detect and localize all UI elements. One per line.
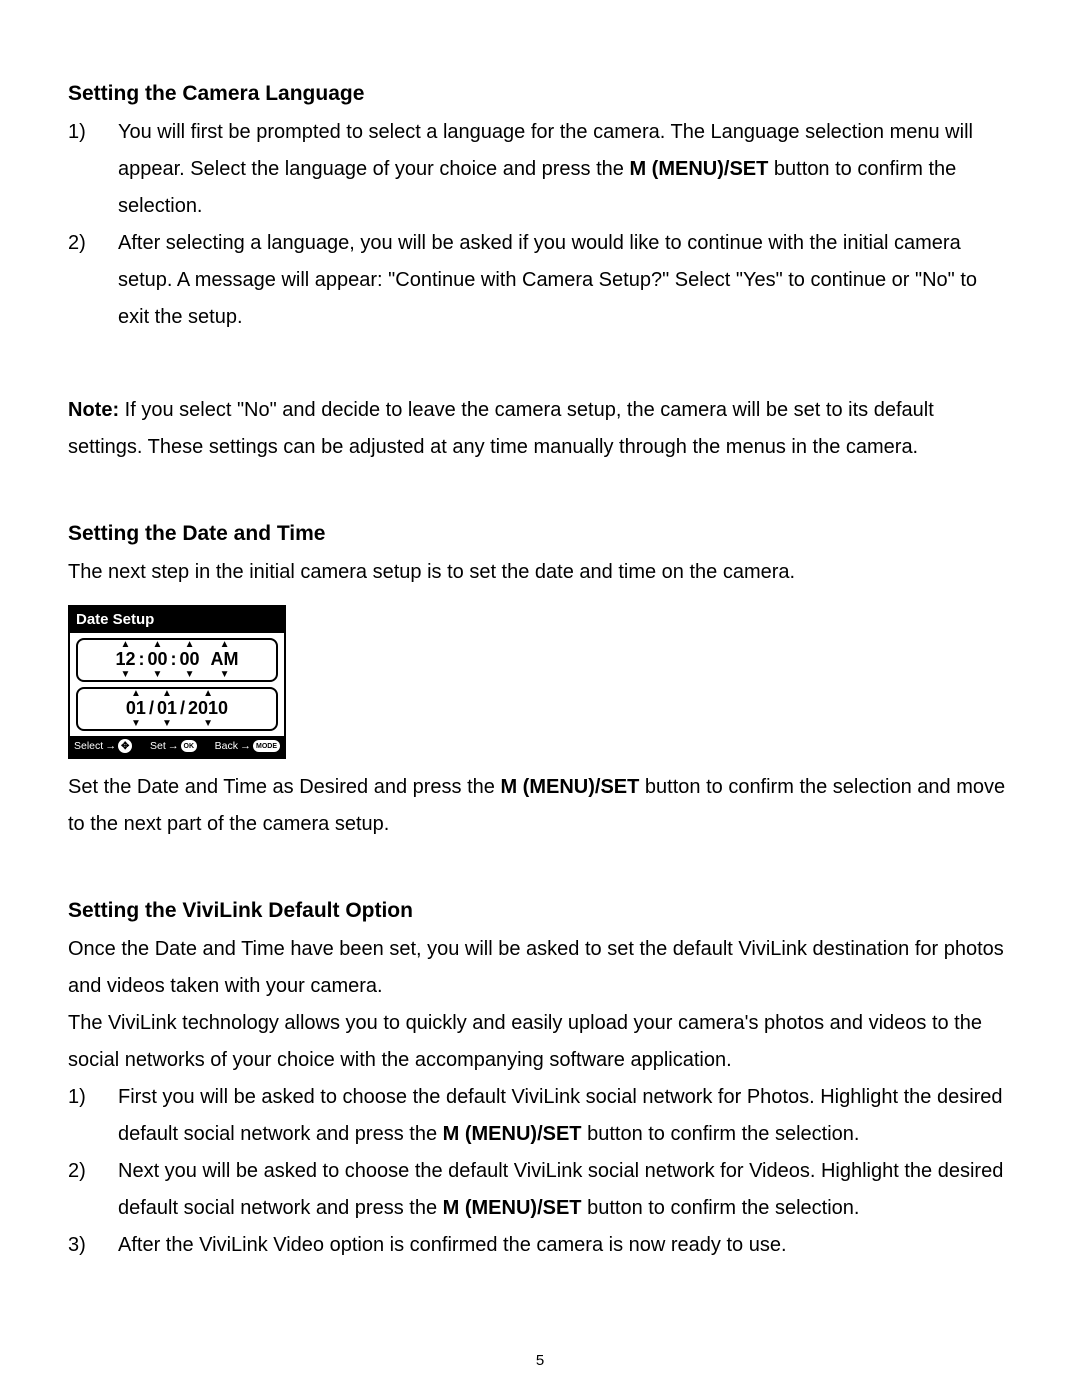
item-number: 3) <box>68 1227 96 1264</box>
month-spinner[interactable]: ▲ 01 ▼ <box>126 689 146 729</box>
bold-menu-set: M (MENU)/SET <box>443 1123 582 1145</box>
slash: / <box>180 698 185 719</box>
bold-menu-set: M (MENU)/SET <box>443 1197 582 1219</box>
colon: : <box>138 649 144 670</box>
item-number: 2) <box>68 225 96 336</box>
note-text: If you select "No" and decide to leave t… <box>68 399 934 458</box>
minute-value: 00 <box>147 650 167 670</box>
hour-value: 12 <box>115 650 135 670</box>
heading-vivilink: Setting the ViviLink Default Option <box>68 899 1012 923</box>
set-label: Set <box>150 740 166 752</box>
datetime-outro: Set the Date and Time as Desired and pre… <box>68 769 1012 843</box>
month-value: 01 <box>126 699 146 719</box>
footer-select: Select → <box>74 739 132 753</box>
chevron-down-icon: ▼ <box>162 719 172 729</box>
back-label: Back <box>215 740 238 752</box>
second-spinner[interactable]: ▲ 00 ▼ <box>180 640 200 680</box>
hour-spinner[interactable]: ▲ 12 ▼ <box>115 640 135 680</box>
footer-set: Set → OK <box>150 740 197 752</box>
chevron-down-icon: ▼ <box>131 719 141 729</box>
minute-spinner[interactable]: ▲ 00 ▼ <box>147 640 167 680</box>
second-value: 00 <box>180 650 200 670</box>
list-item: 3) After the ViviLink Video option is co… <box>68 1227 1012 1264</box>
list-vivilink: 1) First you will be asked to choose the… <box>68 1079 1012 1264</box>
item-body: Next you will be asked to choose the def… <box>118 1153 1012 1227</box>
dpad-icon <box>118 739 132 753</box>
item-body: After selecting a language, you will be … <box>118 225 1012 336</box>
item-body: After the ViviLink Video option is confi… <box>118 1227 1012 1264</box>
text: Set the Date and Time as Desired and pre… <box>68 776 500 798</box>
text: button to confirm the selection. <box>582 1197 860 1219</box>
slash: / <box>149 698 154 719</box>
list-item: 2) After selecting a language, you will … <box>68 225 1012 336</box>
chevron-down-icon: ▼ <box>203 719 213 729</box>
arrow-right-icon: → <box>240 740 251 752</box>
bold-menu-set: M (MENU)/SET <box>500 776 639 798</box>
date-setup-widget: Date Setup ▲ 12 ▼ : ▲ 00 ▼ : ▲ 00 ▼ ▲ <box>68 605 286 759</box>
chevron-down-icon: ▼ <box>220 670 230 680</box>
day-value: 01 <box>157 699 177 719</box>
list-item: 1) First you will be asked to choose the… <box>68 1079 1012 1153</box>
list-item: 2) Next you will be asked to choose the … <box>68 1153 1012 1227</box>
colon: : <box>171 649 177 670</box>
mode-icon: MODE <box>253 740 280 752</box>
date-row: ▲ 01 ▼ / ▲ 01 ▼ / ▲ 2010 ▼ <box>76 687 278 731</box>
note-paragraph: Note: If you select "No" and decide to l… <box>68 392 1012 466</box>
note-label: Note: <box>68 399 119 421</box>
day-spinner[interactable]: ▲ 01 ▼ <box>157 689 177 729</box>
arrow-right-icon: → <box>105 740 116 752</box>
arrow-right-icon: → <box>168 740 179 752</box>
list-language: 1) You will first be prompted to select … <box>68 114 1012 336</box>
bold-menu-set: M (MENU)/SET <box>629 158 768 180</box>
item-number: 2) <box>68 1153 96 1227</box>
select-label: Select <box>74 740 103 752</box>
year-spinner[interactable]: ▲ 2010 ▼ <box>188 689 228 729</box>
item-body: First you will be asked to choose the de… <box>118 1079 1012 1153</box>
chevron-down-icon: ▼ <box>185 670 195 680</box>
heading-datetime: Setting the Date and Time <box>68 522 1012 546</box>
ampm-value: AM <box>211 650 239 670</box>
text: button to confirm the selection. <box>582 1123 860 1145</box>
vivilink-p2: The ViviLink technology allows you to qu… <box>68 1005 1012 1079</box>
item-number: 1) <box>68 114 96 225</box>
heading-language: Setting the Camera Language <box>68 82 1012 106</box>
ok-icon: OK <box>181 740 197 752</box>
page-number: 5 <box>0 1352 1080 1369</box>
chevron-down-icon: ▼ <box>153 670 163 680</box>
time-row: ▲ 12 ▼ : ▲ 00 ▼ : ▲ 00 ▼ ▲ AM ▼ <box>76 638 278 682</box>
vivilink-p1: Once the Date and Time have been set, yo… <box>68 931 1012 1005</box>
date-setup-title: Date Setup <box>70 607 284 633</box>
year-value: 2010 <box>188 699 228 719</box>
datetime-intro: The next step in the initial camera setu… <box>68 554 1012 591</box>
date-setup-footer: Select → Set → OK Back → MODE <box>70 736 284 757</box>
ampm-spinner[interactable]: ▲ AM ▼ <box>211 640 239 680</box>
chevron-down-icon: ▼ <box>121 670 131 680</box>
item-body: You will first be prompted to select a l… <box>118 114 1012 225</box>
list-item: 1) You will first be prompted to select … <box>68 114 1012 225</box>
item-number: 1) <box>68 1079 96 1153</box>
footer-back: Back → MODE <box>215 740 280 752</box>
